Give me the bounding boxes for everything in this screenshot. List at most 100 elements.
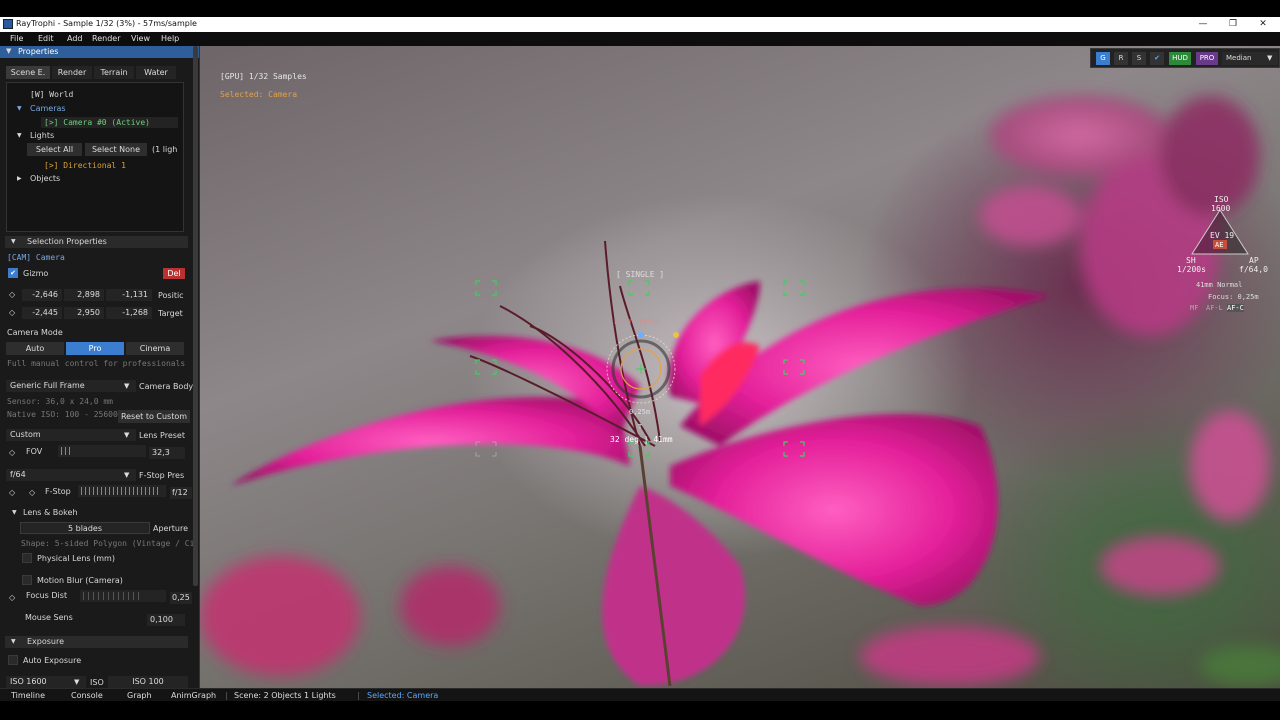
- mode-pro-button[interactable]: Pro: [66, 342, 124, 355]
- tab-animgraph[interactable]: AnimGraph: [171, 691, 216, 700]
- reset-custom-button[interactable]: Reset to Custom: [118, 410, 190, 423]
- hud-toggle-pro[interactable]: PRO: [1196, 52, 1218, 65]
- iso-label: ISO: [90, 678, 104, 687]
- physical-lens-checkbox[interactable]: [22, 553, 32, 563]
- focus-dist-slider[interactable]: [80, 590, 166, 602]
- menu-help[interactable]: Help: [161, 34, 179, 43]
- mouse-sens-value[interactable]: 0,100: [147, 614, 185, 626]
- fov-slider[interactable]: [58, 445, 146, 457]
- hud-toggle-s[interactable]: S: [1132, 52, 1146, 65]
- denoise-select[interactable]: Median ▼: [1222, 52, 1278, 65]
- checkmark-icon[interactable]: ✔: [1150, 52, 1164, 65]
- collapsed-arrow-icon[interactable]: ▶: [17, 175, 22, 182]
- collapse-arrow-icon: ▼: [11, 638, 16, 645]
- bokeh-shape-info: Shape: 5-sided Polygon (Vintage / Ci: [21, 539, 195, 548]
- tab-graph[interactable]: Graph: [127, 691, 152, 700]
- camera-body-select[interactable]: Generic Full Frame ▼: [6, 380, 136, 392]
- expand-arrow-icon[interactable]: ▼: [17, 132, 22, 139]
- diamond-icon[interactable]: ◇: [9, 290, 15, 299]
- blades-input[interactable]: 5 blades: [20, 522, 150, 534]
- close-button[interactable]: ✕: [1248, 17, 1278, 32]
- tree-world[interactable]: [W] World: [30, 90, 73, 99]
- aperture-label: Aperture: [153, 524, 189, 533]
- menu-add[interactable]: Add: [67, 34, 83, 43]
- tab-scene-editor[interactable]: Scene E.: [6, 66, 50, 79]
- fstop-preset-select[interactable]: f/64 ▼: [6, 469, 136, 481]
- camera-mode-label: Camera Mode: [7, 328, 63, 337]
- diamond-icon[interactable]: ◇: [29, 488, 35, 497]
- delete-button[interactable]: Del: [163, 268, 185, 279]
- chevron-down-icon: ▼: [74, 678, 80, 686]
- menu-render[interactable]: Render: [92, 34, 120, 43]
- collapse-arrow-icon[interactable]: ▼: [12, 509, 17, 516]
- tree-light-item[interactable]: [>] Directional 1: [44, 161, 126, 170]
- properties-title: Properties: [18, 47, 59, 56]
- hud-toggle-g[interactable]: G: [1096, 52, 1110, 65]
- chevron-down-icon: ▼: [124, 382, 130, 390]
- tab-water[interactable]: Water: [136, 66, 176, 79]
- angle-readout: 32 deg | 41mm: [610, 435, 673, 444]
- target-z[interactable]: -1,268: [106, 307, 152, 319]
- select-all-button[interactable]: Select All: [27, 143, 82, 156]
- focus-distance-label: 0,25m: [629, 408, 651, 416]
- lens-preset-select[interactable]: Custom ▼: [6, 429, 136, 441]
- position-z[interactable]: -1,131: [106, 289, 152, 301]
- expand-arrow-icon[interactable]: ▼: [17, 105, 22, 112]
- hud-mf: MF: [1190, 304, 1199, 312]
- menu-view[interactable]: View: [131, 34, 150, 43]
- fstop-label: F-Stop: [45, 487, 71, 496]
- mode-auto-button[interactable]: Auto: [6, 342, 64, 355]
- hud-toggle-r[interactable]: R: [1114, 52, 1128, 65]
- diamond-icon[interactable]: ◇: [9, 448, 15, 457]
- tab-console[interactable]: Console: [71, 691, 103, 700]
- position-x[interactable]: -2,646: [22, 289, 62, 301]
- position-y[interactable]: 2,898: [64, 289, 104, 301]
- tree-cameras[interactable]: Cameras: [30, 104, 66, 113]
- maximize-button[interactable]: ❐: [1218, 17, 1248, 32]
- motion-blur-checkbox[interactable]: [22, 575, 32, 585]
- hud-iso-label: ISO: [1214, 195, 1229, 204]
- menu-file[interactable]: File: [10, 34, 23, 43]
- lens-bokeh-header[interactable]: Lens & Bokeh: [23, 508, 78, 517]
- diamond-icon[interactable]: ◇: [9, 593, 15, 602]
- tree-lights[interactable]: Lights: [30, 131, 54, 140]
- hud-iso-value: 1600: [1211, 204, 1231, 213]
- hud-ap-label: AP: [1249, 256, 1259, 265]
- diamond-icon[interactable]: ◇: [9, 488, 15, 497]
- hud-af-l: AF-L: [1206, 304, 1223, 312]
- panel-scrollbar[interactable]: [193, 46, 198, 586]
- tab-timeline[interactable]: Timeline: [11, 691, 45, 700]
- hud-toggle-hud[interactable]: HUD: [1169, 52, 1191, 65]
- samples-readout: [GPU] 1/32 Samples: [220, 72, 307, 81]
- auto-exposure-checkbox[interactable]: [8, 655, 18, 665]
- render-viewport[interactable]: [GPU] 1/32 Samples Selected: Camera [ SI…: [200, 46, 1280, 688]
- collapse-arrow-icon: ▼: [6, 47, 12, 55]
- exposure-header[interactable]: ▼ Exposure: [5, 636, 188, 648]
- selection-properties-header[interactable]: ▼ Selection Properties: [5, 236, 188, 248]
- focus-dist-value[interactable]: 0,25: [170, 592, 192, 604]
- tab-render[interactable]: Render: [52, 66, 92, 79]
- mouse-sens-label: Mouse Sens: [25, 613, 73, 622]
- menu-edit[interactable]: Edit: [38, 34, 54, 43]
- iso-select[interactable]: ISO 1600 ▼: [6, 676, 86, 688]
- tab-terrain[interactable]: Terrain: [94, 66, 134, 79]
- camera-body-label: Camera Body: [139, 382, 194, 391]
- lens-preset-value: Custom: [10, 430, 41, 439]
- window-title: RayTrophi - Sample 1/32 (3%) - 57ms/samp…: [16, 19, 197, 28]
- gizmo-checkbox[interactable]: ✔: [8, 268, 18, 278]
- fstop-slider[interactable]: [78, 485, 166, 497]
- tree-camera-item[interactable]: [>] Camera #0 (Active): [44, 118, 150, 127]
- diamond-icon[interactable]: ◇: [9, 308, 15, 317]
- mode-cinema-button[interactable]: Cinema: [126, 342, 184, 355]
- light-count: (1 ligh: [152, 145, 178, 154]
- tree-objects[interactable]: Objects: [30, 174, 60, 183]
- fov-value[interactable]: 32,3: [149, 447, 185, 459]
- minimize-button[interactable]: —: [1188, 17, 1218, 32]
- iso-min-field[interactable]: ISO 100: [108, 676, 188, 688]
- target-y[interactable]: 2,950: [64, 307, 104, 319]
- focus-dist-label: Focus Dist: [26, 591, 68, 600]
- fstop-value[interactable]: f/12: [170, 487, 192, 499]
- properties-header[interactable]: ▼ Properties: [0, 46, 199, 58]
- select-none-button[interactable]: Select None: [85, 143, 147, 156]
- target-x[interactable]: -2,445: [22, 307, 62, 319]
